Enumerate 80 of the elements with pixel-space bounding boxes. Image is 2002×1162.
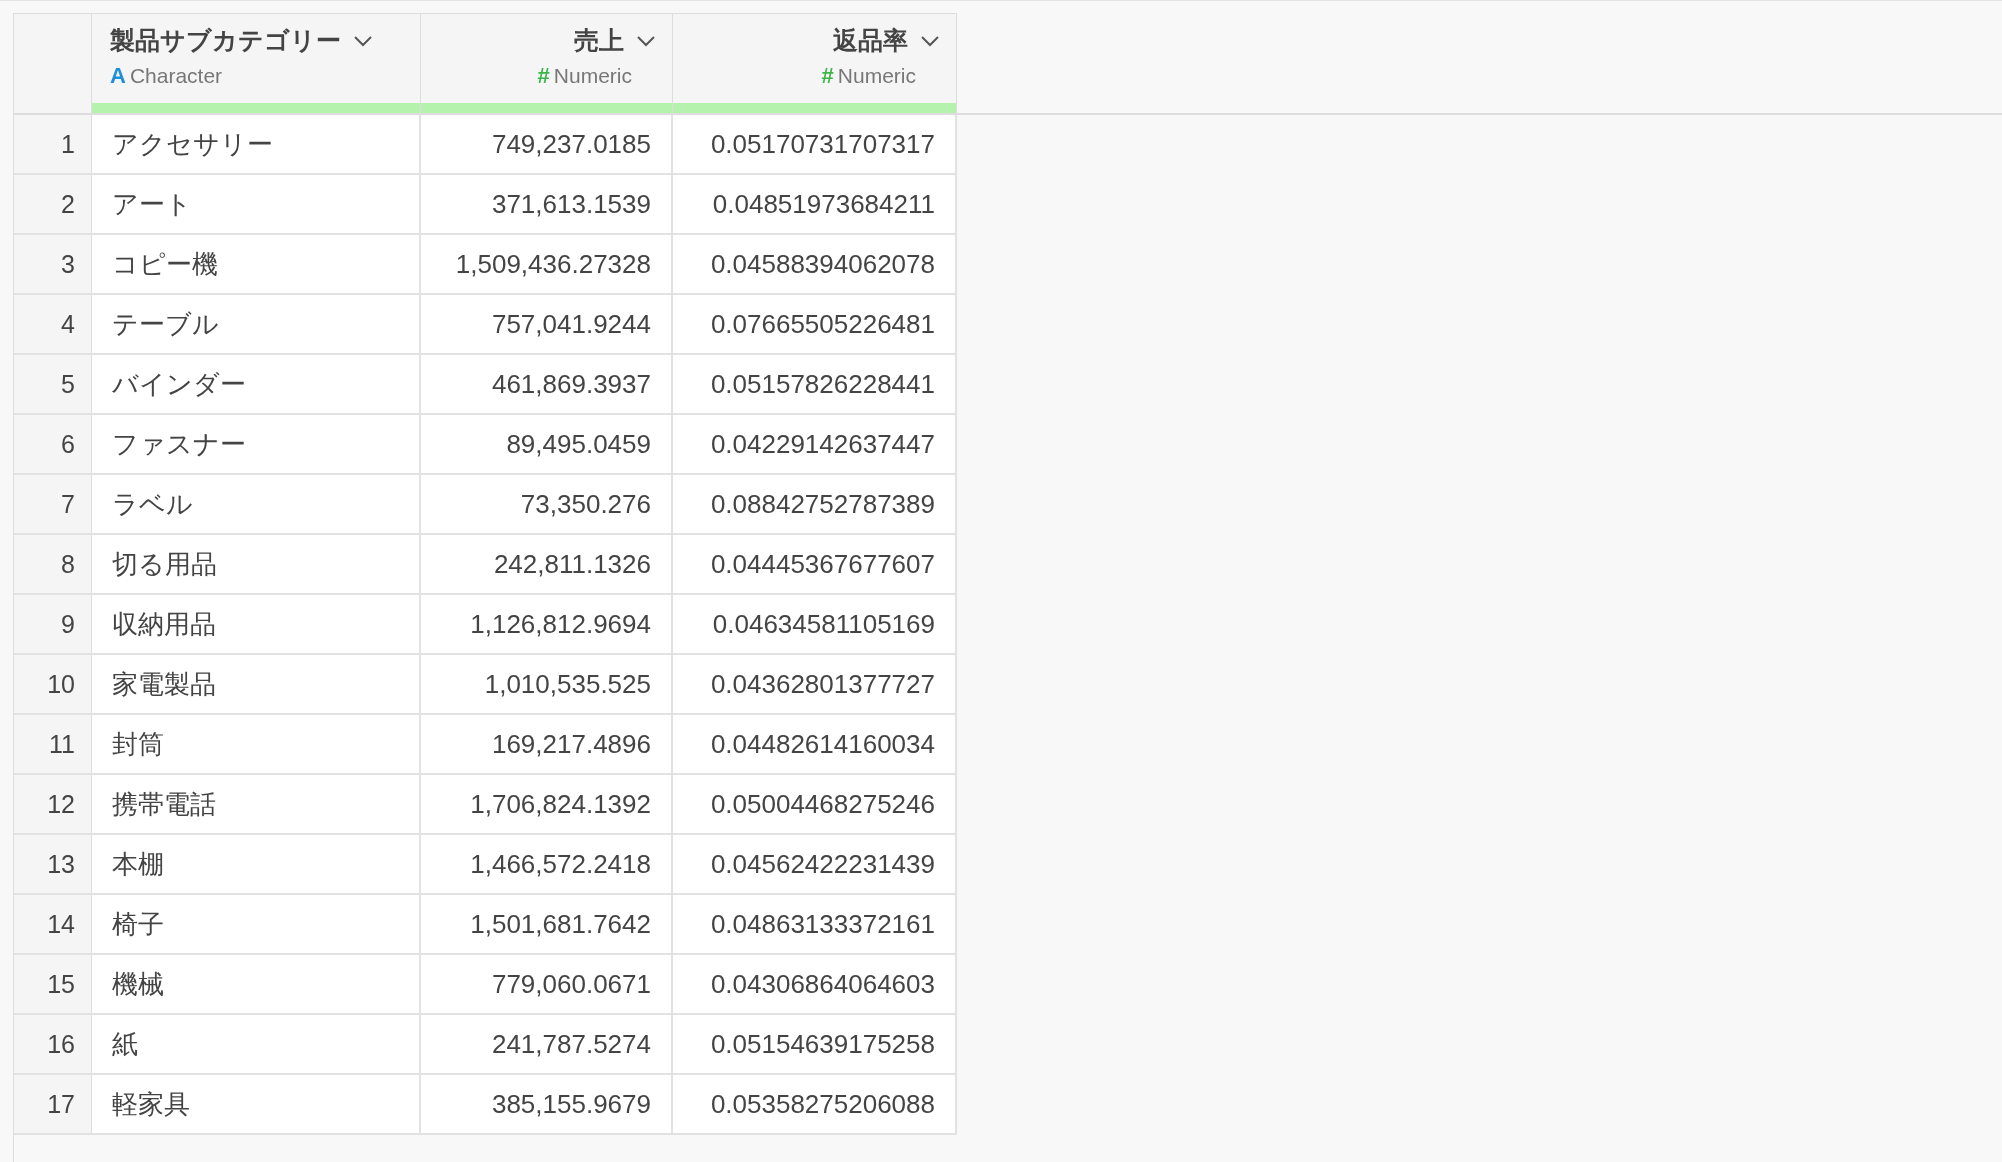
row-number: 8 bbox=[14, 535, 92, 593]
column-header[interactable]: 売上 bbox=[574, 24, 624, 57]
table-cell: 242,811.1326 bbox=[421, 535, 673, 593]
table-cell: バインダー bbox=[92, 355, 421, 413]
row-number: 17 bbox=[14, 1075, 92, 1133]
row-number: 14 bbox=[14, 895, 92, 953]
row-number: 4 bbox=[14, 295, 92, 353]
table-cell: 0.04229142637447 bbox=[673, 415, 957, 473]
table-cell: 0.04562422231439 bbox=[673, 835, 957, 893]
column-header[interactable]: 製品サブカテゴリー bbox=[110, 24, 341, 57]
chevron-down-icon[interactable] bbox=[636, 34, 656, 47]
table-cell: 0.04362801377727 bbox=[673, 655, 957, 713]
table-cell: 1,010,535.525 bbox=[421, 655, 673, 713]
table-cell: 89,495.0459 bbox=[421, 415, 673, 473]
table-cell: ファスナー bbox=[92, 415, 421, 473]
row-number: 11 bbox=[14, 715, 92, 773]
table-cell: テーブル bbox=[92, 295, 421, 353]
table-cell: 0.04851973684211 bbox=[673, 175, 957, 233]
table-cell: 切る用品 bbox=[92, 535, 421, 593]
row-number: 16 bbox=[14, 1015, 92, 1073]
table-cell: 371,613.1539 bbox=[421, 175, 673, 233]
table-cell: 0.04588394062078 bbox=[673, 235, 957, 293]
row-number: 13 bbox=[14, 835, 92, 893]
table-cell: 0.05154639175258 bbox=[673, 1015, 957, 1073]
table-cell: コピー機 bbox=[92, 235, 421, 293]
row-number: 2 bbox=[14, 175, 92, 233]
table-cell: 封筒 bbox=[92, 715, 421, 773]
table-cell: 1,509,436.27328 bbox=[421, 235, 673, 293]
column-header[interactable]: 返品率 bbox=[833, 24, 908, 57]
letter-a-icon: A bbox=[110, 63, 126, 89]
table-cell: 0.07665505226481 bbox=[673, 295, 957, 353]
table-cell: 779,060.0671 bbox=[421, 955, 673, 1013]
table-cell: 0.04445367677607 bbox=[673, 535, 957, 593]
table-cell: 0.04482614160034 bbox=[673, 715, 957, 773]
table-cell: 携帯電話 bbox=[92, 775, 421, 833]
row-number: 15 bbox=[14, 955, 92, 1013]
table-cell: 757,041.9244 bbox=[421, 295, 673, 353]
column-type-label: Numeric bbox=[837, 64, 916, 88]
table-cell: 0.08842752787389 bbox=[673, 475, 957, 533]
table-cell: 0.04863133372161 bbox=[673, 895, 957, 953]
row-number: 5 bbox=[14, 355, 92, 413]
table-cell: 0.05004468275246 bbox=[673, 775, 957, 833]
table-cell: 0.05358275206088 bbox=[673, 1075, 957, 1133]
table-cell: 461,869.3937 bbox=[421, 355, 673, 413]
table-cell: 749,237.0185 bbox=[421, 115, 673, 173]
table-cell: 本棚 bbox=[92, 835, 421, 893]
table-cell: 1,501,681.7642 bbox=[421, 895, 673, 953]
table-cell: アート bbox=[92, 175, 421, 233]
column-type-label: Character bbox=[129, 64, 223, 88]
table-cell: 385,155.9679 bbox=[421, 1075, 673, 1133]
table-cell: 0.05157826228441 bbox=[673, 355, 957, 413]
table-cell: 紙 bbox=[92, 1015, 421, 1073]
table-cell: 軽家具 bbox=[92, 1075, 421, 1133]
row-number: 7 bbox=[14, 475, 92, 533]
hash-icon: # bbox=[537, 63, 550, 89]
row-number: 6 bbox=[14, 415, 92, 473]
table-cell: 1,126,812.9694 bbox=[421, 595, 673, 653]
table-cell: 家電製品 bbox=[92, 655, 421, 713]
table-cell: 0.04306864064603 bbox=[673, 955, 957, 1013]
table-cell: 1,706,824.1392 bbox=[421, 775, 673, 833]
row-number: 1 bbox=[14, 115, 92, 173]
row-number: 9 bbox=[14, 595, 92, 653]
chevron-down-icon[interactable] bbox=[920, 34, 940, 47]
table-cell: 機械 bbox=[92, 955, 421, 1013]
table-cell: 1,466,572.2418 bbox=[421, 835, 673, 893]
table-cell: 73,350.276 bbox=[421, 475, 673, 533]
table-cell: 収納用品 bbox=[92, 595, 421, 653]
table-cell: 0.05170731707317 bbox=[673, 115, 957, 173]
table-cell: 0.04634581105169 bbox=[673, 595, 957, 653]
hash-icon: # bbox=[821, 63, 834, 89]
table-cell: アクセサリー bbox=[92, 115, 421, 173]
table-cell: ラベル bbox=[92, 475, 421, 533]
column-type-label: Numeric bbox=[553, 64, 632, 88]
row-number: 3 bbox=[14, 235, 92, 293]
table-cell: 椅子 bbox=[92, 895, 421, 953]
row-number: 10 bbox=[14, 655, 92, 713]
chevron-down-icon[interactable] bbox=[353, 34, 373, 47]
table-cell: 169,217.4896 bbox=[421, 715, 673, 773]
row-number: 12 bbox=[14, 775, 92, 833]
table-cell: 241,787.5274 bbox=[421, 1015, 673, 1073]
